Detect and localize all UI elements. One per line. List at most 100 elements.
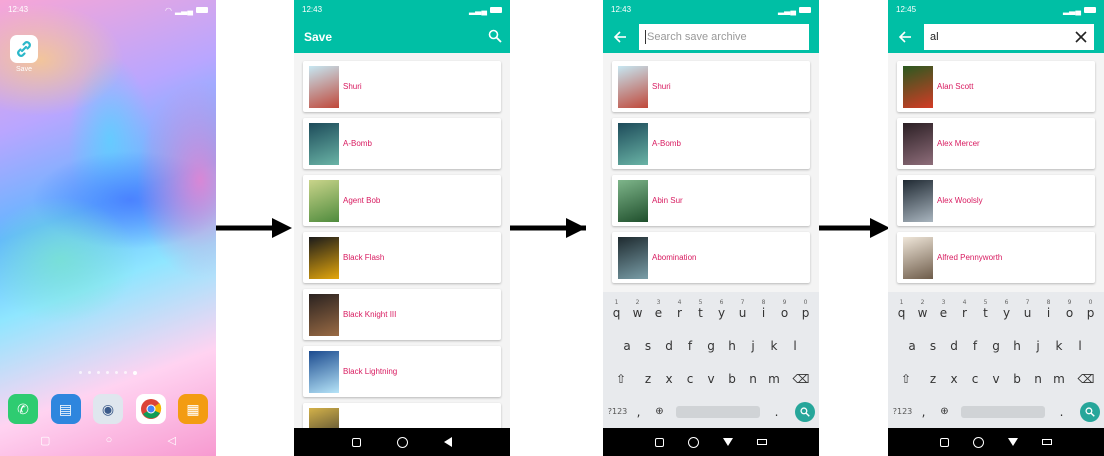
key-o[interactable]: 9o (1059, 299, 1080, 320)
key-z[interactable]: z (923, 372, 944, 386)
hero-card[interactable]: Shuri (303, 61, 501, 112)
key-t[interactable]: 5t (975, 299, 996, 320)
hero-card[interactable]: Alfred Pennyworth (897, 232, 1095, 283)
back-button[interactable]: ◁ (168, 434, 176, 447)
key-b[interactable]: b (722, 372, 743, 386)
comma-key[interactable]: , (628, 405, 649, 419)
hero-card[interactable]: Alex Woolsly (897, 175, 1095, 226)
key-b[interactable]: b (1007, 372, 1028, 386)
key-j[interactable]: j (1028, 339, 1049, 353)
key-q[interactable]: 1q (606, 299, 627, 320)
recents-button[interactable] (352, 437, 361, 447)
globe-icon[interactable]: ⊕ (934, 406, 955, 417)
key-p[interactable]: 0p (795, 299, 816, 320)
key-a[interactable]: a (902, 339, 923, 353)
hero-card[interactable]: A-Bomb (612, 118, 810, 169)
shift-key-icon[interactable]: ⇧ (896, 372, 917, 386)
tools-icon[interactable]: ▦ (178, 394, 208, 424)
chrome-icon[interactable] (135, 394, 166, 424)
key-c[interactable]: c (965, 372, 986, 386)
key-n[interactable]: n (1028, 372, 1049, 386)
key-d[interactable]: d (944, 339, 965, 353)
key-g[interactable]: g (986, 339, 1007, 353)
key-p[interactable]: 0p (1080, 299, 1101, 320)
key-w[interactable]: 2w (912, 299, 933, 320)
key-k[interactable]: k (1049, 339, 1070, 353)
search-icon[interactable] (488, 29, 502, 43)
hero-card[interactable]: Black Flash (303, 232, 501, 283)
save-app-icon[interactable] (10, 35, 38, 63)
key-h[interactable]: h (1007, 339, 1028, 353)
shift-key-icon[interactable]: ⇧ (611, 372, 632, 386)
home-button[interactable] (688, 436, 699, 448)
globe-icon[interactable]: ⊕ (649, 406, 670, 417)
key-q[interactable]: 1q (891, 299, 912, 320)
messages-icon[interactable]: ▤ (50, 394, 81, 424)
hero-card[interactable]: Agent Bob (303, 175, 501, 226)
key-x[interactable]: x (944, 372, 965, 386)
key-m[interactable]: m (1049, 372, 1070, 386)
hero-card[interactable]: Black Knight III (303, 289, 501, 340)
key-f[interactable]: f (965, 339, 986, 353)
symbols-key[interactable]: ?123 (607, 407, 628, 416)
search-enter-button[interactable] (795, 401, 815, 422)
comma-key[interactable]: , (913, 405, 934, 419)
key-g[interactable]: g (701, 339, 722, 353)
key-m[interactable]: m (764, 372, 785, 386)
key-v[interactable]: v (701, 372, 722, 386)
key-i[interactable]: 8i (1038, 299, 1059, 320)
key-s[interactable]: s (638, 339, 659, 353)
search-enter-button[interactable] (1080, 401, 1100, 422)
period-key[interactable]: . (1051, 405, 1072, 419)
hero-card[interactable]: Alan Scott (897, 61, 1095, 112)
key-d[interactable]: d (659, 339, 680, 353)
key-x[interactable]: x (659, 372, 680, 386)
keyboard-switch-icon[interactable] (757, 439, 767, 445)
backspace-key-icon[interactable]: ⌫ (1076, 372, 1097, 386)
key-y[interactable]: 6y (996, 299, 1017, 320)
hero-card[interactable]: Alex Mercer (897, 118, 1095, 169)
hero-card[interactable]: Abomination (612, 232, 810, 283)
hero-card[interactable]: Black Lightning (303, 346, 501, 397)
key-w[interactable]: 2w (627, 299, 648, 320)
recents-button[interactable] (940, 437, 949, 447)
hero-card[interactable]: A-Bomb (303, 118, 501, 169)
back-button[interactable] (444, 437, 452, 447)
key-z[interactable]: z (638, 372, 659, 386)
key-y[interactable]: 6y (711, 299, 732, 320)
key-o[interactable]: 9o (774, 299, 795, 320)
hide-keyboard-button[interactable] (1008, 438, 1018, 446)
clear-icon[interactable] (1074, 30, 1088, 44)
home-button[interactable]: ○ (106, 434, 113, 447)
key-i[interactable]: 8i (753, 299, 774, 320)
period-key[interactable]: . (766, 405, 787, 419)
hero-card[interactable]: Abin Sur (612, 175, 810, 226)
key-s[interactable]: s (923, 339, 944, 353)
symbols-key[interactable]: ?123 (892, 407, 913, 416)
camera-icon[interactable]: ◉ (93, 394, 123, 424)
search-input[interactable] (646, 30, 803, 43)
back-arrow-icon[interactable] (898, 30, 912, 44)
key-e[interactable]: 3e (933, 299, 954, 320)
key-l[interactable]: l (1070, 339, 1091, 353)
space-key[interactable] (676, 405, 760, 418)
key-r[interactable]: 4r (954, 299, 975, 320)
key-h[interactable]: h (722, 339, 743, 353)
recents-button[interactable]: ▢ (40, 434, 50, 447)
keyboard-switch-icon[interactable] (1042, 439, 1052, 445)
key-e[interactable]: 3e (648, 299, 669, 320)
home-button[interactable] (397, 436, 408, 448)
key-a[interactable]: a (617, 339, 638, 353)
key-r[interactable]: 4r (669, 299, 690, 320)
recents-button[interactable] (655, 437, 664, 447)
key-n[interactable]: n (743, 372, 764, 386)
backspace-key-icon[interactable]: ⌫ (791, 372, 812, 386)
phone-icon[interactable]: ✆ (8, 394, 38, 424)
key-j[interactable]: j (743, 339, 764, 353)
space-key[interactable] (961, 405, 1045, 418)
back-arrow-icon[interactable] (613, 30, 627, 44)
home-button[interactable] (973, 436, 984, 448)
key-t[interactable]: 5t (690, 299, 711, 320)
key-f[interactable]: f (680, 339, 701, 353)
key-u[interactable]: 7u (1017, 299, 1038, 320)
